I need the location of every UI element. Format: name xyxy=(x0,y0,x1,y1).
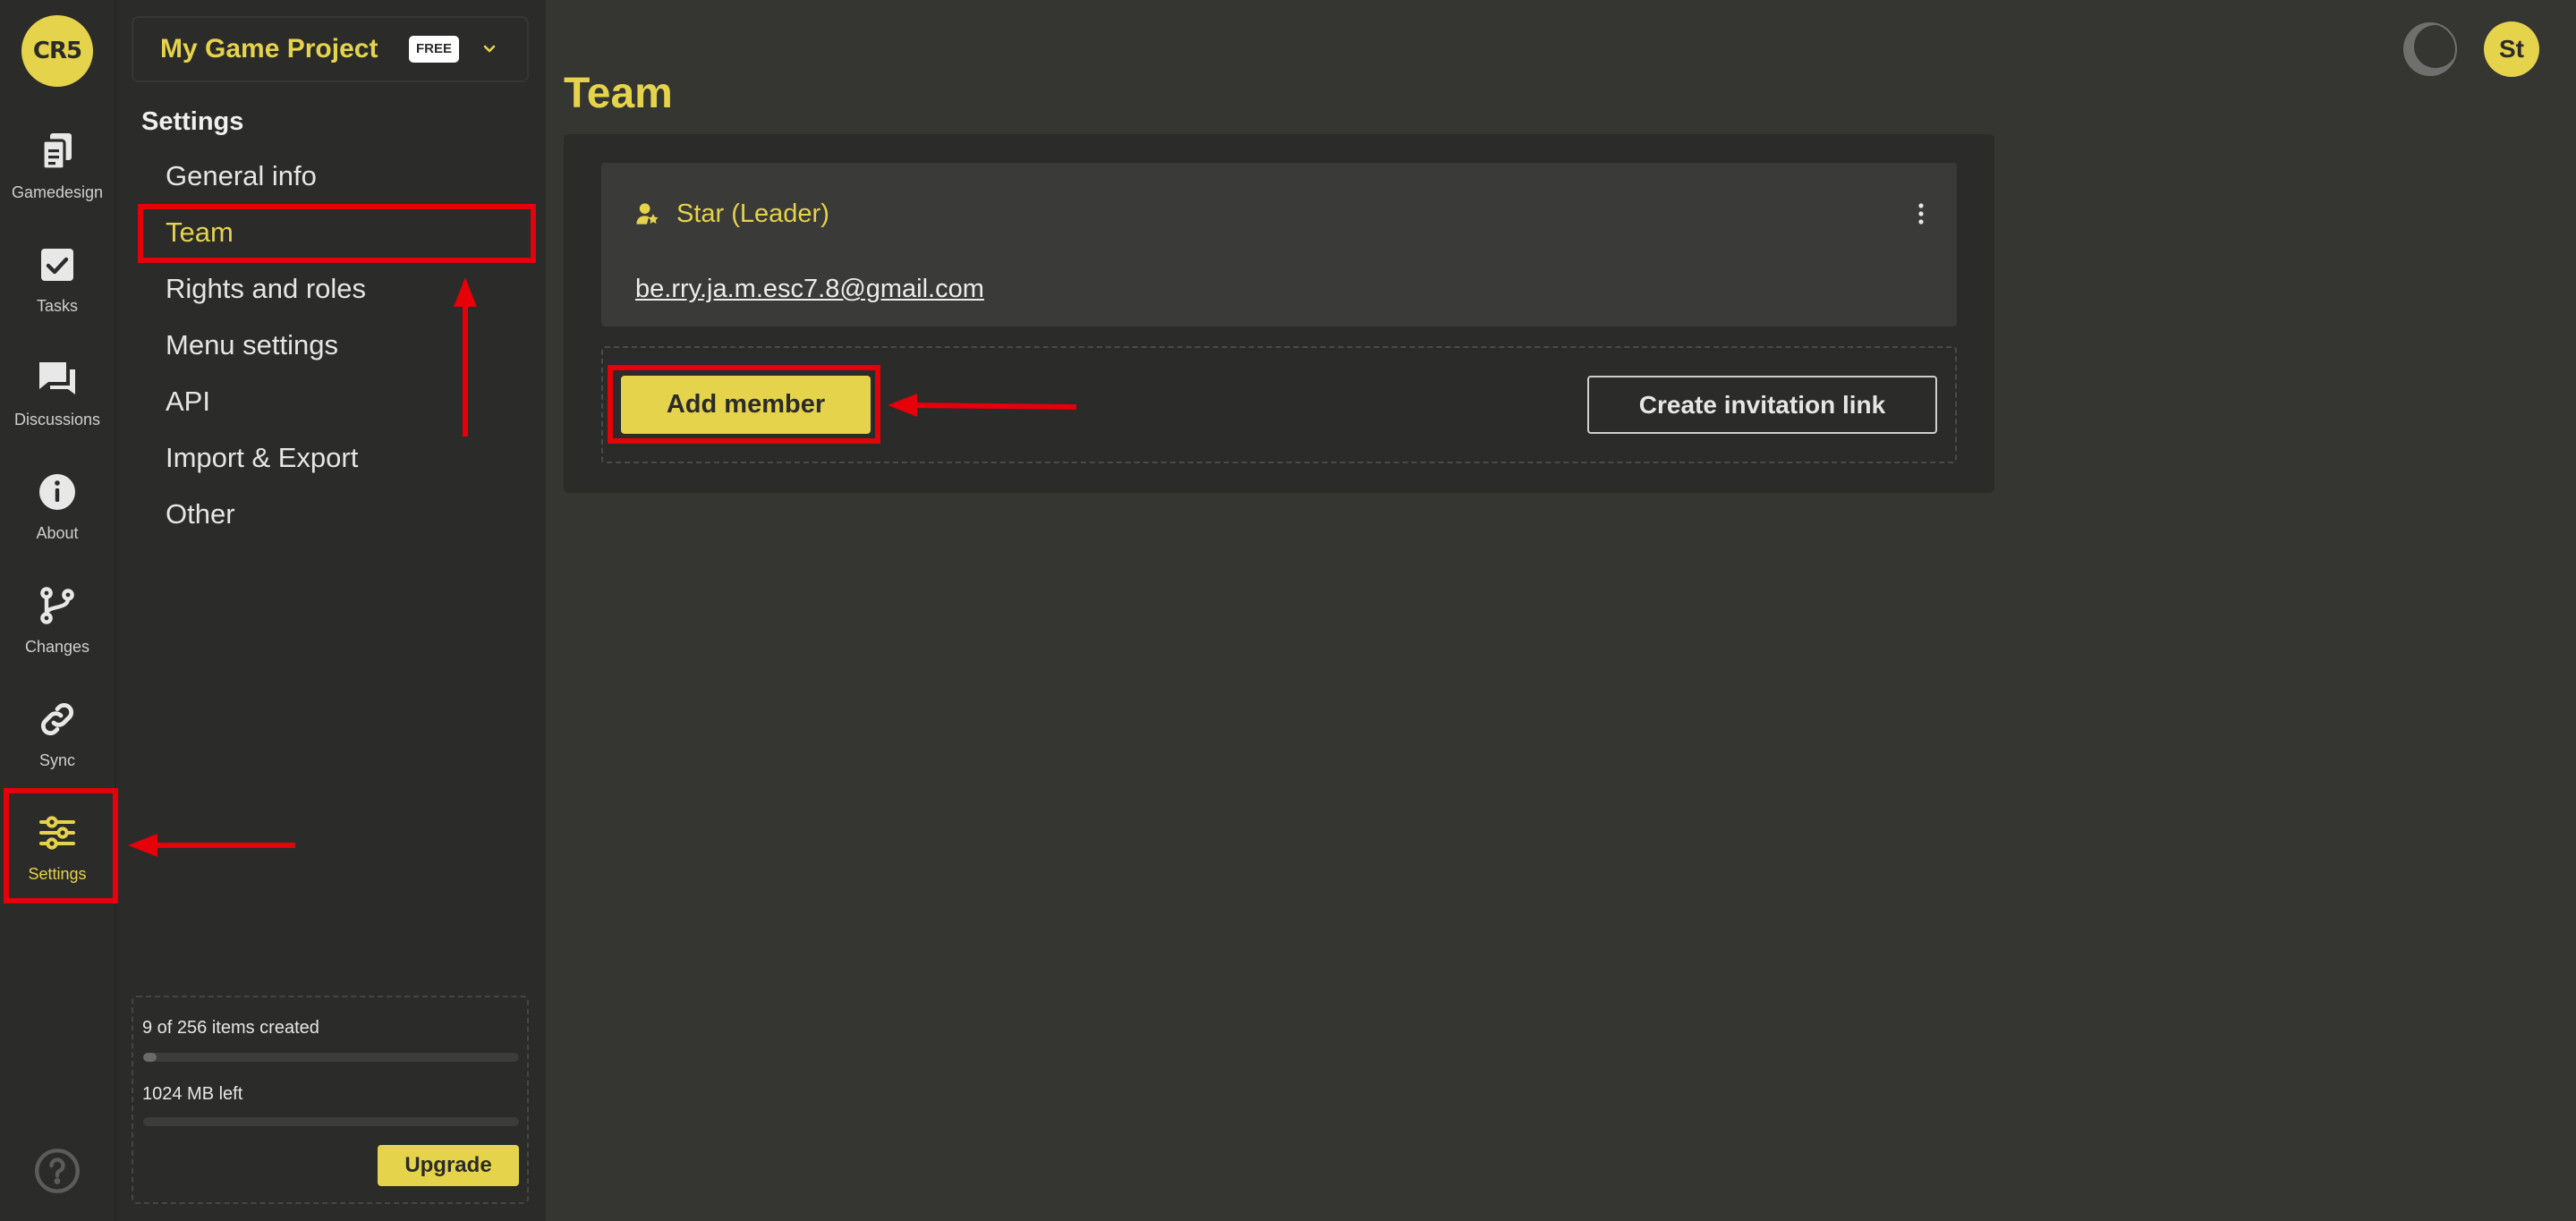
items-usage-text: 9 of 256 items created xyxy=(142,1018,319,1038)
rail-item-tasks[interactable]: Tasks xyxy=(0,239,115,337)
rail-item-label: Settings xyxy=(28,865,87,883)
project-name: My Game Project xyxy=(160,34,378,64)
menu-item-team[interactable]: Team xyxy=(138,204,536,260)
avatar[interactable]: St xyxy=(2484,21,2539,77)
sync-icon xyxy=(36,698,79,741)
menu-item-api[interactable]: API xyxy=(138,373,536,429)
create-invitation-link-button[interactable]: Create invitation link xyxy=(1587,376,1937,434)
changes-icon xyxy=(36,584,79,627)
chevron-down-icon[interactable] xyxy=(480,40,498,58)
rail-item-label: About xyxy=(36,524,79,542)
settings-heading: Settings xyxy=(141,107,244,136)
menu-item-other[interactable]: Other xyxy=(138,486,536,542)
storage-progress-bar xyxy=(143,1117,519,1126)
tasks-icon xyxy=(36,243,79,286)
more-options-icon[interactable] xyxy=(1910,199,1932,229)
items-progress-fill xyxy=(143,1053,157,1062)
rail-item-sync[interactable]: Sync xyxy=(0,693,115,792)
app-logo[interactable]: CR5 xyxy=(21,15,93,87)
menu-item-menu-settings[interactable]: Menu settings xyxy=(138,317,536,373)
moon-icon[interactable] xyxy=(2403,22,2457,76)
rail-item-about[interactable]: About xyxy=(0,466,115,564)
team-panel: Star (Leader) be.rry.ja.m.esc7.8@gmail.c… xyxy=(564,134,1994,493)
icon-rail: CR5 Gamedesign Tasks Discussions About C… xyxy=(0,0,116,1221)
discussions-icon xyxy=(36,357,79,400)
usage-panel: 9 of 256 items created 1024 MB left Upgr… xyxy=(132,996,529,1204)
rail-item-label: Sync xyxy=(38,751,76,769)
rail-item-gamedesign[interactable]: Gamedesign xyxy=(0,125,115,224)
rail-item-label: Changes xyxy=(24,638,90,656)
rail-item-label: Discussions xyxy=(13,411,101,428)
page-title: Team xyxy=(564,70,673,117)
member-email-link[interactable]: be.rry.ja.m.esc7.8@gmail.com xyxy=(635,273,984,305)
gamedesign-icon xyxy=(36,130,79,173)
settings-icon xyxy=(36,811,79,854)
menu-item-general-info[interactable]: General info xyxy=(138,148,536,204)
member-card: Star (Leader) be.rry.ja.m.esc7.8@gmail.c… xyxy=(601,163,1957,326)
team-actions: Add member Create invitation link xyxy=(601,346,1957,463)
rail-item-label: Tasks xyxy=(36,297,78,315)
rail-item-label: Gamedesign xyxy=(11,183,104,201)
storage-usage-text: 1024 MB left xyxy=(142,1084,243,1104)
rail-item-changes[interactable]: Changes xyxy=(0,580,115,678)
leader-icon xyxy=(634,201,659,226)
plan-badge: FREE xyxy=(409,36,459,63)
project-selector[interactable]: My Game Project FREE xyxy=(132,16,529,82)
help-icon[interactable] xyxy=(34,1148,81,1194)
rail-item-discussions[interactable]: Discussions xyxy=(0,352,115,451)
add-member-button[interactable]: Add member xyxy=(621,376,871,434)
items-progress-bar xyxy=(143,1053,519,1062)
menu-item-rights-and-roles[interactable]: Rights and roles xyxy=(138,260,536,317)
member-name: Star (Leader) xyxy=(676,199,829,228)
menu-item-import-export[interactable]: Import & Export xyxy=(138,429,536,486)
upgrade-button[interactable]: Upgrade xyxy=(378,1145,519,1186)
rail-item-settings[interactable]: Settings xyxy=(0,807,115,905)
about-icon xyxy=(36,471,79,513)
